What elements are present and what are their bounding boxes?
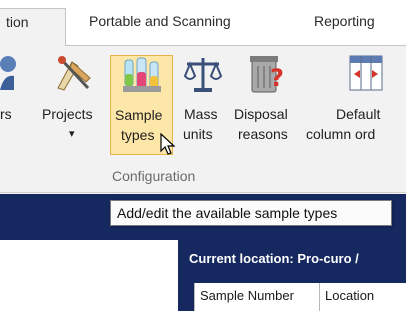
sample-types-label-line2: types	[121, 127, 155, 143]
default-column-order-button[interactable]: Default column ord	[306, 46, 406, 166]
tab-configuration[interactable]: tion	[0, 8, 66, 46]
users-label: rs	[0, 106, 12, 122]
projects-label: Projects	[42, 106, 93, 122]
disposal-reasons-label-line2: reasons	[238, 126, 288, 142]
tab-reporting[interactable]: Reporting	[314, 13, 375, 29]
column-header-sample-number[interactable]: Sample Number	[195, 283, 320, 311]
column-header-location[interactable]: Location	[320, 283, 406, 311]
default-column-order-label-line1: Default	[336, 106, 381, 122]
columns-icon	[349, 55, 383, 91]
mass-units-button[interactable]: Mass units	[178, 46, 228, 166]
ribbon-divider	[0, 192, 406, 193]
svg-text:?: ?	[270, 64, 284, 92]
mass-units-label-line2: units	[183, 126, 213, 142]
users-icon	[0, 56, 16, 90]
tooltip: Add/edit the available sample types	[110, 200, 392, 226]
sample-types-label-line1: Sample	[115, 107, 163, 123]
mass-units-label-line1: Mass	[184, 106, 218, 122]
default-column-order-label-line2: column ord	[306, 126, 376, 142]
projects-button[interactable]: Projects ▾	[42, 46, 106, 166]
left-pane	[0, 240, 178, 311]
ribbon-panel: rs Projects ▾ Sample types Mass units ? …	[0, 46, 406, 194]
samples-grid-header: Sample Number Location	[194, 283, 406, 311]
bin-icon: ?	[250, 56, 284, 93]
tab-portable-and-scanning[interactable]: Portable and Scanning	[89, 13, 231, 29]
mouse-pointer-icon	[160, 133, 176, 155]
disposal-reasons-label-line1: Disposal	[234, 106, 288, 122]
flasks-icon	[123, 57, 161, 92]
chevron-down-icon: ▾	[69, 128, 75, 140]
users-button[interactable]: rs	[0, 46, 42, 166]
scales-icon	[183, 58, 223, 92]
tab-configuration-label: tion	[6, 14, 29, 30]
ribbon-tab-strip: tion Portable and Scanning Reporting	[0, 0, 406, 46]
ribbon-group-label: Configuration	[112, 168, 196, 184]
current-location-label: Current location: Pro-curo /	[189, 251, 359, 266]
projects-icon	[57, 56, 91, 91]
disposal-reasons-button[interactable]: ? Disposal reasons	[232, 46, 302, 166]
